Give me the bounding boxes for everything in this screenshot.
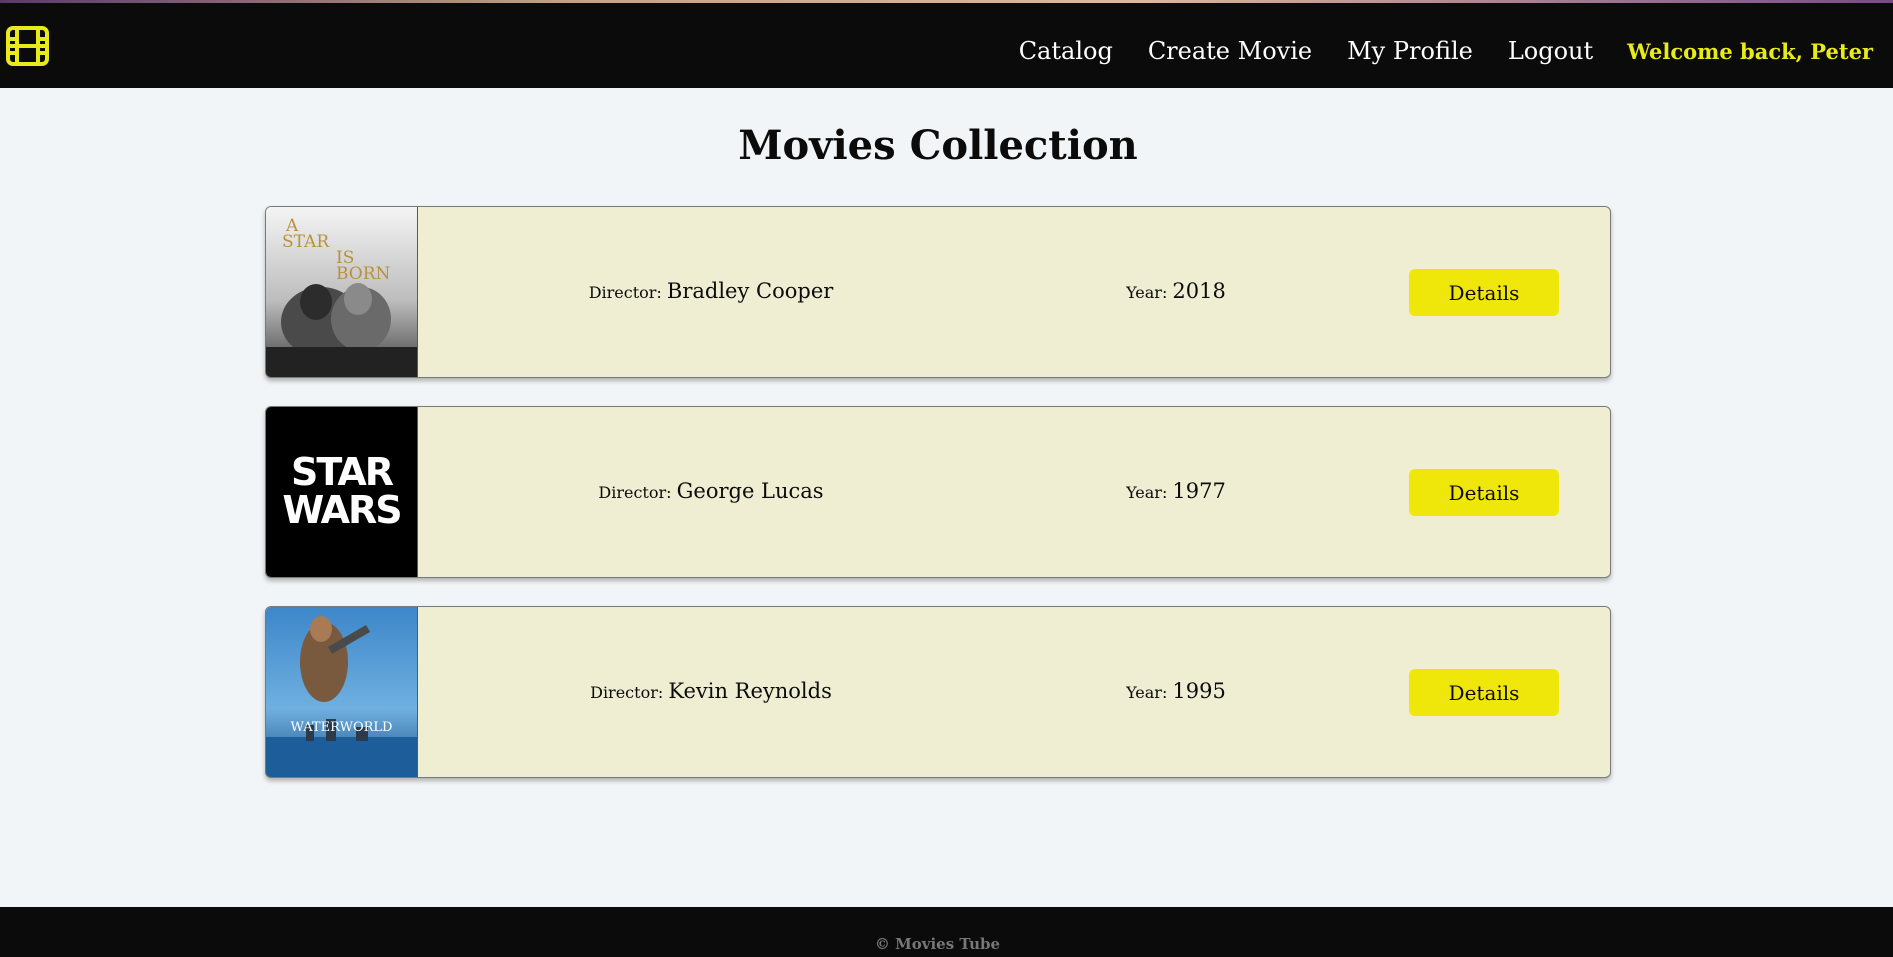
- director-value: Kevin Reynolds: [668, 679, 832, 703]
- site-header: Catalog Create Movie My Profile Logout W…: [0, 3, 1893, 88]
- details-button[interactable]: Details: [1409, 469, 1559, 516]
- nav-logout-link[interactable]: Logout: [1508, 37, 1593, 65]
- movie-poster: A STAR IS BORN: [266, 207, 418, 377]
- movie-director: Director: George Lucas: [506, 479, 916, 503]
- movie-director: Director: Bradley Cooper: [506, 279, 916, 303]
- movie-year: Year: 2018: [1026, 279, 1326, 303]
- main-nav: Catalog Create Movie My Profile Logout W…: [984, 37, 1873, 65]
- movie-card: A STAR IS BORN Director: Bradley Cooper …: [265, 206, 1611, 378]
- copyright-text: © Movies Tube: [874, 935, 1001, 953]
- movie-year: Year: 1995: [1026, 679, 1326, 703]
- svg-text:WARS: WARS: [282, 488, 400, 532]
- year-label: Year:: [1126, 283, 1168, 302]
- year-label: Year:: [1126, 683, 1168, 702]
- nav-create-movie-link[interactable]: Create Movie: [1148, 37, 1312, 65]
- welcome-message: Welcome back, Peter: [1627, 38, 1873, 64]
- svg-text:WATERWORLD: WATERWORLD: [291, 720, 393, 735]
- director-value: George Lucas: [676, 479, 824, 503]
- nav-my-profile-link[interactable]: My Profile: [1347, 37, 1473, 65]
- nav-catalog-link[interactable]: Catalog: [1019, 37, 1113, 65]
- movie-card: STAR WARS Director: George Lucas Year: 1…: [265, 406, 1611, 578]
- film-icon[interactable]: [6, 26, 49, 66]
- details-button[interactable]: Details: [1409, 269, 1559, 316]
- movies-list: A STAR IS BORN Director: Bradley Cooper …: [265, 206, 1611, 806]
- year-value: 1995: [1172, 679, 1226, 703]
- year-label: Year:: [1126, 483, 1168, 502]
- svg-text:BORN: BORN: [336, 264, 391, 284]
- movie-director: Director: Kevin Reynolds: [506, 679, 916, 703]
- movie-card: WATERWORLD Director: Kevin Reynolds Year…: [265, 606, 1611, 778]
- movie-poster: STAR WARS: [266, 407, 418, 577]
- director-label: Director:: [598, 483, 672, 502]
- year-value: 2018: [1172, 279, 1226, 303]
- site-footer: © Movies Tube: [0, 907, 1893, 957]
- director-value: Bradley Cooper: [666, 279, 834, 303]
- svg-text:STAR: STAR: [282, 232, 330, 252]
- movie-year: Year: 1977: [1026, 479, 1326, 503]
- movie-poster: WATERWORLD: [266, 607, 418, 777]
- details-button[interactable]: Details: [1409, 669, 1559, 716]
- year-value: 1977: [1172, 479, 1226, 503]
- director-label: Director:: [590, 683, 664, 702]
- page-title: Movies Collection: [738, 122, 1138, 169]
- director-label: Director:: [588, 283, 662, 302]
